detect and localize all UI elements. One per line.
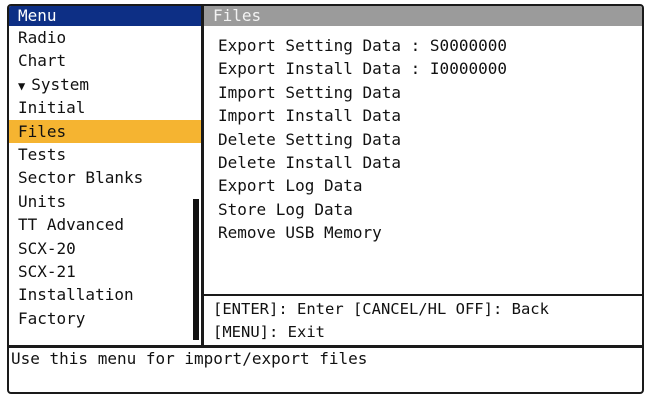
menu-item-radio[interactable]: Radio — [9, 26, 201, 49]
menu-screen: Menu Radio Chart ▼ System Initial Files T… — [7, 4, 644, 394]
menu-item-initial[interactable]: Initial — [9, 96, 201, 119]
menu-item-label: Installation — [18, 285, 134, 305]
menu-panel: Menu Radio Chart ▼ System Initial Files T… — [9, 6, 204, 345]
import-install-data-item[interactable]: Import Install Data — [218, 104, 642, 127]
menu-item-units[interactable]: Units — [9, 190, 201, 213]
menu-item-scx-20[interactable]: SCX-20 — [9, 237, 201, 260]
remove-usb-memory-item[interactable]: Remove USB Memory — [218, 221, 642, 244]
export-log-data-item[interactable]: Export Log Data — [218, 174, 642, 197]
menu-item-label: Tests — [18, 144, 67, 164]
menu-item-label: Sector Blanks — [18, 168, 144, 188]
menu-header: Menu — [9, 6, 201, 26]
key-hints: [ENTER]: Enter [CANCEL/HL OFF]: Back [ME… — [204, 294, 642, 345]
files-list: Export Setting Data : S0000000 Export In… — [204, 26, 642, 245]
menu-item-label: TT Advanced — [18, 215, 124, 235]
menu-item-tests[interactable]: Tests — [9, 143, 201, 166]
key-hint-line: [ENTER]: Enter [CANCEL/HL OFF]: Back — [213, 300, 549, 318]
menu-item-label: Chart — [18, 51, 67, 71]
menu-item-files[interactable]: Files — [9, 119, 201, 143]
menu-item-factory[interactable]: Factory — [9, 307, 201, 330]
files-header: Files — [204, 6, 642, 26]
store-log-data-item[interactable]: Store Log Data — [218, 198, 642, 221]
export-install-data-item[interactable]: Export Install Data : I0000000 — [218, 57, 642, 80]
menu-item-label: Units — [18, 191, 67, 211]
menu-item-scx-21[interactable]: SCX-21 — [9, 260, 201, 283]
menu-item-label: SCX-20 — [18, 238, 76, 258]
menu-item-sector-blanks[interactable]: Sector Blanks — [9, 166, 201, 189]
menu-item-installation[interactable]: Installation — [9, 283, 201, 306]
files-panel: Files Export Setting Data : S0000000 Exp… — [204, 6, 642, 345]
menu-item-label: Radio — [18, 28, 67, 47]
menu-item-system[interactable]: ▼ System — [9, 73, 201, 96]
menu-item-label: Files — [18, 121, 67, 141]
status-bar: Use this menu for import/export files — [9, 345, 642, 392]
delete-setting-data-item[interactable]: Delete Setting Data — [218, 128, 642, 151]
menu-list: Radio Chart ▼ System Initial Files Tests … — [9, 26, 201, 330]
menu-item-chart[interactable]: Chart — [9, 49, 201, 72]
key-hint-line: [MENU]: Exit — [213, 323, 325, 341]
triangle-down-icon: ▼ — [18, 78, 26, 93]
import-setting-data-item[interactable]: Import Setting Data — [218, 81, 642, 104]
menu-scrollbar[interactable] — [193, 199, 199, 340]
menu-item-label: SCX-21 — [18, 261, 76, 281]
menu-item-label: Factory — [18, 308, 86, 328]
menu-item-tt-advanced[interactable]: TT Advanced — [9, 213, 201, 236]
status-text: Use this menu for import/export files — [11, 349, 368, 368]
menu-item-label: Initial — [18, 98, 86, 118]
export-setting-data-item[interactable]: Export Setting Data : S0000000 — [218, 34, 642, 57]
delete-install-data-item[interactable]: Delete Install Data — [218, 151, 642, 174]
menu-item-label: System — [31, 74, 90, 94]
